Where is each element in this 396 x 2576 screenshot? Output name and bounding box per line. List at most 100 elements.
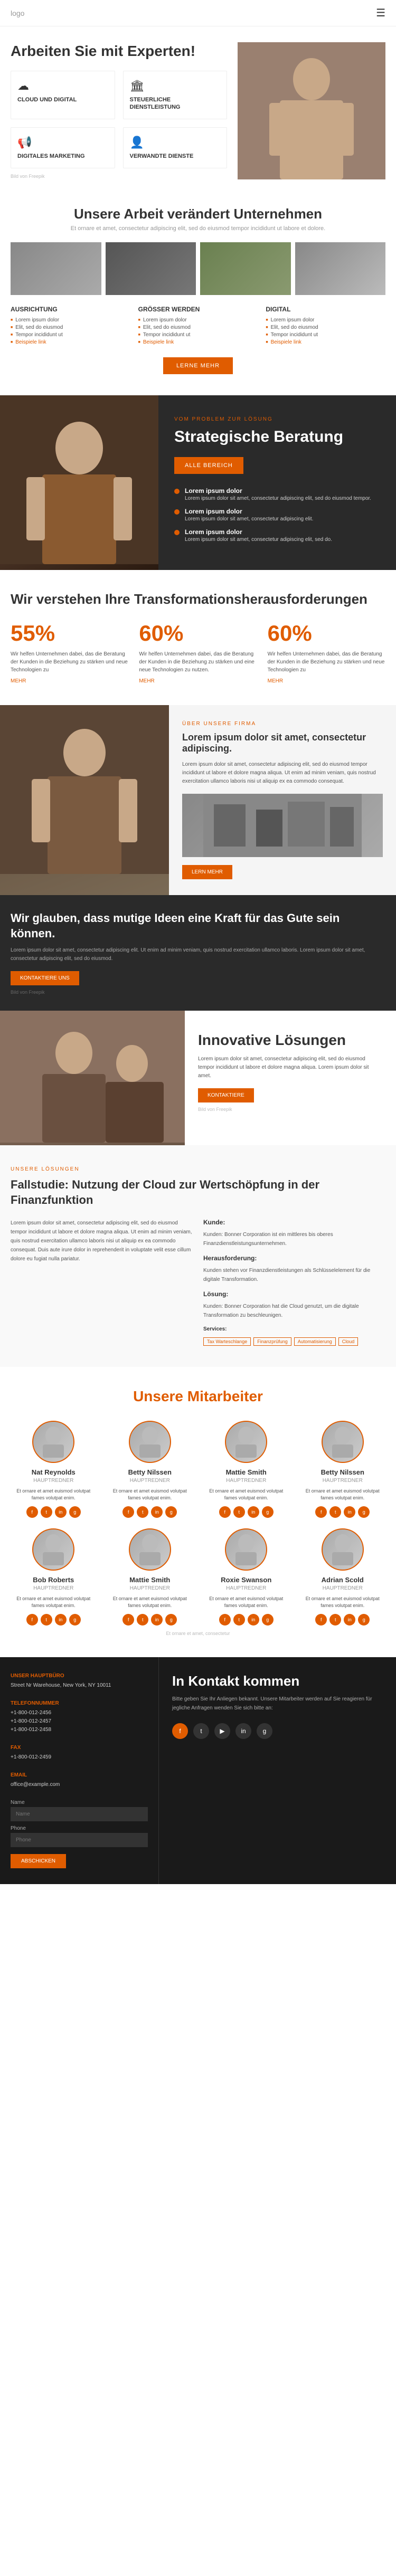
mit-google-4[interactable]: g <box>69 1614 81 1626</box>
mit-socials-1: f t in g <box>107 1506 193 1518</box>
mit-linkedin-7[interactable]: in <box>344 1614 355 1626</box>
mit-card-betty-nilssen-1: Betty Nilssen HAUPTREDNER Et ornare et a… <box>300 1421 386 1518</box>
mit-name-1: Betty Nilssen <box>107 1468 193 1476</box>
mit-name-4: Bob Roberts <box>11 1576 97 1584</box>
mit-twitter-3[interactable]: t <box>329 1506 341 1518</box>
mit-linkedin-0[interactable]: in <box>55 1506 67 1518</box>
work-col-item-1-2: Tempor incididunt ut <box>138 332 258 338</box>
fall-tags-label: Services: <box>203 1326 385 1332</box>
strategic-button[interactable]: ALLE BEREICH <box>174 457 243 474</box>
work-col-title-0: AUSRICHTUNG <box>11 306 130 313</box>
mit-card-bob-roberts: Bob Roberts HAUPTREDNER Et ornare et ame… <box>11 1528 97 1626</box>
mit-facebook-4[interactable]: f <box>26 1614 38 1626</box>
strategic-label: VOM PROBLEM ZUR LÖSUNG <box>174 416 380 422</box>
firma-button[interactable]: LERN MEHR <box>182 865 232 879</box>
transform-col-2: 60% Wir helfen Unternehmen dabei, das di… <box>268 621 385 684</box>
mit-google-2[interactable]: g <box>262 1506 274 1518</box>
fall-left: Lorem ipsum dolor sit amet, consectetur … <box>11 1219 193 1346</box>
contact-right-text: Bitte geben Sie Ihr Anliegen bekannt. Un… <box>172 1695 383 1713</box>
mit-google-5[interactable]: g <box>165 1614 177 1626</box>
mit-twitter-6[interactable]: t <box>233 1614 245 1626</box>
hero-title: Arbeiten Sie mit Experten! <box>11 42 227 60</box>
contact-twitter[interactable]: t <box>193 1723 209 1739</box>
work-subtitle: Et ornare et amet, consectetur adipiscin… <box>11 225 385 232</box>
mit-name-3: Betty Nilssen <box>300 1468 386 1476</box>
step-dot-1 <box>174 509 180 515</box>
mit-name-0: Nat Reynolds <box>11 1468 97 1476</box>
contact-facebook[interactable]: f <box>172 1723 188 1739</box>
contact-google[interactable]: g <box>257 1723 272 1739</box>
strategic-steps: Lorem ipsum dolor Lorem ipsum dolor sit … <box>174 487 380 549</box>
mit-twitter-7[interactable]: t <box>329 1614 341 1626</box>
form-name-label: Name <box>11 1800 148 1805</box>
contact-submit-button[interactable]: ABSCHICKEN <box>11 1854 66 1868</box>
step-content-0: Lorem ipsum dolor Lorem ipsum dolor sit … <box>185 487 371 501</box>
transform-link-2[interactable]: MEHR <box>268 678 385 684</box>
mit-linkedin-6[interactable]: in <box>248 1614 259 1626</box>
hero-card-title-3: VERWANDTE DIENSTE <box>130 153 221 160</box>
mit-linkedin-1[interactable]: in <box>151 1506 163 1518</box>
contact-linkedin[interactable]: in <box>235 1723 251 1739</box>
mit-linkedin-3[interactable]: in <box>344 1506 355 1518</box>
megaphone-icon: 📢 <box>17 136 108 149</box>
fall-right-text-2: Kunden: Bonner Corporation hat die Cloud… <box>203 1302 385 1320</box>
mit-linkedin-2[interactable]: in <box>248 1506 259 1518</box>
transform-text-0: Wir helfen Unternehmen dabei, das die Be… <box>11 650 128 674</box>
mit-twitter-5[interactable]: t <box>137 1614 148 1626</box>
form-name-input[interactable] <box>11 1807 148 1821</box>
strategic-step-1: Lorem ipsum dolor Lorem ipsum dolor sit … <box>174 508 380 522</box>
hero-card-2[interactable]: 📢 DIGITALES MARKETING <box>11 127 115 168</box>
nav-menu-icon[interactable]: ☰ <box>376 6 385 20</box>
fall-tags: Tax Warteschlange Finanzprüfung Automati… <box>203 1337 385 1346</box>
mit-twitter-2[interactable]: t <box>233 1506 245 1518</box>
work-img-2 <box>200 242 291 295</box>
mit-facebook-3[interactable]: f <box>315 1506 327 1518</box>
firma-office-svg <box>182 794 383 857</box>
hero-card-3[interactable]: 👤 VERWANDTE DIENSTE <box>123 127 228 168</box>
mit-avatar-3 <box>322 1421 364 1463</box>
work-col-1: GRÖSSER WERDEN Lorem ipsum dolor Elit, s… <box>138 306 258 347</box>
mit-facebook-6[interactable]: f <box>219 1614 231 1626</box>
mit-text-1: Et ornare et amet euismod volutpat fames… <box>107 1488 193 1502</box>
contact-youtube[interactable]: ▶ <box>214 1723 230 1739</box>
hero-card-0[interactable]: ☁ CLOUD UND DIGITAL <box>11 71 115 120</box>
transform-link-1[interactable]: MEHR <box>139 678 257 684</box>
hero-person-svg <box>238 42 385 179</box>
mit-role-4: HAUPTREDNER <box>11 1585 97 1591</box>
innovative-button[interactable]: KONTAKTIERE <box>198 1088 254 1102</box>
mit-google-0[interactable]: g <box>69 1506 81 1518</box>
hero-card-1[interactable]: 🏛 STEUERLICHE DIENSTLEISTUNG <box>123 71 228 120</box>
mit-linkedin-4[interactable]: in <box>55 1614 67 1626</box>
step-text-0: Lorem ipsum dolor sit amet, consectetur … <box>185 496 371 501</box>
form-phone-input[interactable] <box>11 1833 148 1847</box>
mit-twitter-0[interactable]: t <box>41 1506 52 1518</box>
ideen-button[interactable]: KONTAKTIERE UNS <box>11 971 79 985</box>
mit-card-roxie-swanson: Roxie Swanson HAUPTREDNER Et ornare et a… <box>203 1528 289 1626</box>
strategic-image <box>0 395 158 570</box>
hero-card-title-2: DIGITALES MARKETING <box>17 153 108 160</box>
mit-facebook-2[interactable]: f <box>219 1506 231 1518</box>
mit-twitter-4[interactable]: t <box>41 1614 52 1626</box>
mit-facebook-5[interactable]: f <box>122 1614 134 1626</box>
mit-twitter-1[interactable]: t <box>137 1506 148 1518</box>
work-col-item-1-3[interactable]: Beispiele link <box>138 339 258 345</box>
transform-link-0[interactable]: MEHR <box>11 678 128 684</box>
mit-facebook-0[interactable]: f <box>26 1506 38 1518</box>
work-learn-more-button[interactable]: LERNE MEHR <box>163 357 233 374</box>
mit-facebook-1[interactable]: f <box>122 1506 134 1518</box>
cloud-icon: ☁ <box>17 79 108 93</box>
work-col-item-2-3[interactable]: Beispiele link <box>266 339 385 345</box>
fall-right-title-1: Herausforderung: <box>203 1254 385 1262</box>
mit-card-mattie-smith-0: Mattie Smith HAUPTREDNER Et ornare et am… <box>203 1421 289 1518</box>
mit-google-7[interactable]: g <box>358 1614 370 1626</box>
mit-google-1[interactable]: g <box>165 1506 177 1518</box>
mit-google-3[interactable]: g <box>358 1506 370 1518</box>
mit-facebook-7[interactable]: f <box>315 1614 327 1626</box>
mit-google-6[interactable]: g <box>262 1614 274 1626</box>
mit-linkedin-5[interactable]: in <box>151 1614 163 1626</box>
mitarbeiter-source: Et ornare et amet, consectetur <box>11 1631 385 1636</box>
work-col-item-1-0: Lorem ipsum dolor <box>138 317 258 323</box>
work-col-item-0-3[interactable]: Beispiele link <box>11 339 130 345</box>
mit-socials-5: f t in g <box>107 1614 193 1626</box>
firma-section: ÜBER UNSERE FIRMA Lorem ipsum dolor sit … <box>0 705 396 895</box>
